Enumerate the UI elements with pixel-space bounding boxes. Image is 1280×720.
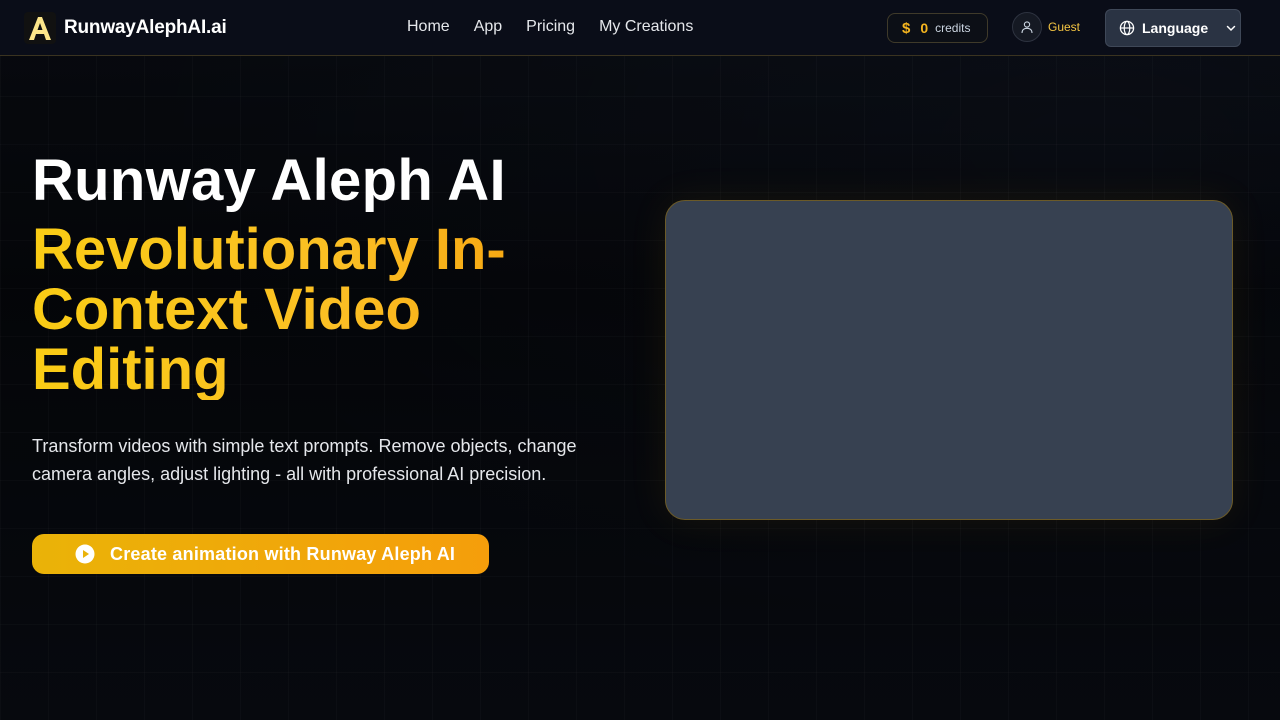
- brand[interactable]: RunwayAlephAI.ai: [24, 12, 227, 44]
- logo-a-icon: [29, 17, 51, 40]
- language-label: Language: [1142, 20, 1209, 36]
- brand-logo: [24, 12, 56, 44]
- play-circle-icon: [75, 544, 95, 564]
- video-preview-panel[interactable]: [665, 200, 1233, 520]
- globe-icon: [1119, 20, 1135, 36]
- language-selector[interactable]: Language: [1105, 9, 1241, 47]
- nav-link-my-creations[interactable]: My Creations: [599, 18, 693, 36]
- hero-title: Runway Aleph AI: [32, 148, 506, 213]
- navbar: RunwayAlephAI.ai Home App Pricing My Cre…: [0, 0, 1280, 56]
- create-animation-button[interactable]: Create animation with Runway Aleph AI: [32, 534, 489, 574]
- dollar-icon: $: [902, 19, 911, 37]
- brand-name: RunwayAlephAI.ai: [64, 17, 227, 38]
- user-label: Guest: [1048, 20, 1081, 34]
- hero-description: Transform videos with simple text prompt…: [32, 436, 577, 484]
- main-nav: Home App Pricing My Creations: [407, 18, 693, 36]
- chevron-down-icon: [1226, 25, 1236, 32]
- nav-link-home[interactable]: Home: [407, 18, 450, 36]
- credits-badge[interactable]: $ 0 credits: [887, 13, 988, 43]
- credits-label: credits: [935, 21, 971, 35]
- user-menu[interactable]: Guest: [1012, 12, 1080, 42]
- hero-subtitle: Revolutionary In-Context Video Editing: [32, 220, 592, 400]
- nav-link-app[interactable]: App: [474, 18, 502, 36]
- nav-link-pricing[interactable]: Pricing: [526, 18, 575, 36]
- create-animation-label: Create animation with Runway Aleph AI: [110, 543, 456, 564]
- user-icon: [1012, 12, 1042, 42]
- credits-amount: 0: [920, 20, 929, 36]
